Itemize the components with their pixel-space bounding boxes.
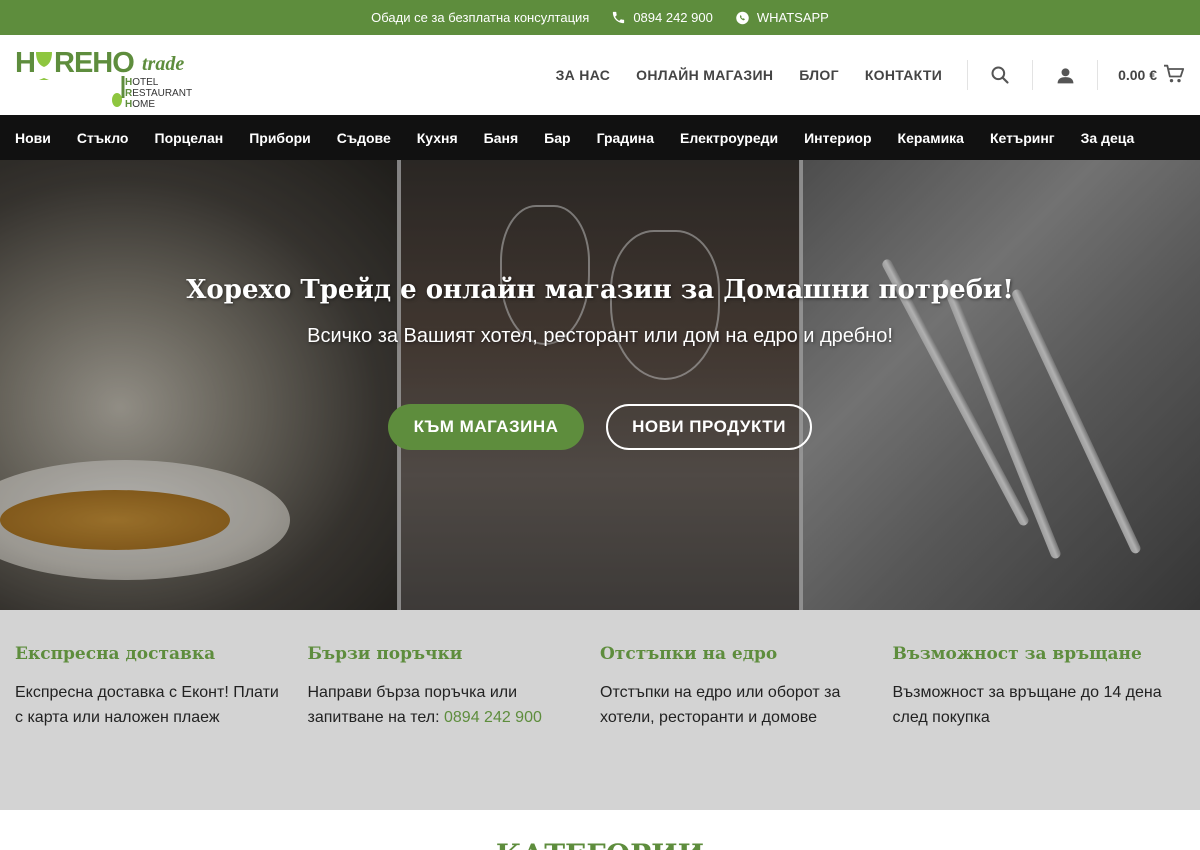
category-appliances[interactable]: Електроуреди — [680, 130, 778, 146]
phone-number: 0894 242 900 — [633, 10, 713, 25]
phone-link[interactable]: 0894 242 900 — [611, 10, 713, 25]
feature-title: Възможност за връщане — [892, 644, 1142, 664]
nav-divider — [1032, 60, 1034, 90]
features-section: Експресна доставка Експресна доставка с … — [0, 610, 1200, 810]
whatsapp-label: WHATSAPP — [756, 10, 829, 25]
svg-text:REHO: REHO — [54, 47, 134, 79]
category-glass[interactable]: Стъкло — [77, 130, 129, 146]
feature-title: Експресна доставка — [15, 644, 216, 664]
feature-returns: Възможност за връщане Възможност за връщ… — [893, 644, 1186, 810]
category-catering[interactable]: Кетъринг — [990, 130, 1055, 146]
whatsapp-icon — [735, 10, 750, 25]
hero-subtitle: Всичко за Вашият хотел, ресторант или до… — [307, 325, 893, 347]
svg-text:H: H — [15, 47, 35, 79]
feature-title: Бързи поръчки — [307, 644, 463, 664]
hero-banner: Хорехо Трейд е онлайн магазин за Домашни… — [0, 160, 1200, 610]
whatsapp-link[interactable]: WHATSAPP — [735, 10, 829, 25]
category-garden[interactable]: Градина — [597, 130, 654, 146]
nav-divider — [1097, 60, 1099, 90]
feature-delivery: Експресна доставка Експресна доставка с … — [15, 644, 308, 810]
feature-text-wrap: Направи бърза поръчка или запитване на т… — [308, 680, 581, 730]
feature-phone-link[interactable]: 0894 242 900 — [444, 709, 542, 726]
category-kids[interactable]: За деца — [1081, 130, 1135, 146]
phone-icon — [611, 10, 626, 25]
cart-total: 0.00 € — [1118, 67, 1157, 83]
category-cutlery[interactable]: Прибори — [249, 130, 311, 146]
svg-text:trade: trade — [142, 53, 184, 75]
top-bar: Обади се за безплатна консултация 0894 2… — [0, 0, 1200, 35]
new-products-button[interactable]: НОВИ ПРОДУКТИ — [606, 404, 812, 450]
svg-text:RESTAURANT: RESTAURANT — [125, 88, 192, 99]
hero-title: Хорехо Трейд е онлайн магазин за Домашни… — [186, 275, 1014, 305]
category-nav: Нови Стъкло Порцелан Прибори Съдове Кухн… — [0, 115, 1200, 160]
main-nav: ЗА НАС ОНЛАЙН МАГАЗИН БЛОГ КОНТАКТИ 0.00… — [543, 35, 1200, 115]
nav-divider — [967, 60, 969, 90]
category-interior[interactable]: Интериор — [804, 130, 871, 146]
site-logo[interactable]: H REHO trade HOTEL RESTAURANT HOME — [15, 40, 195, 110]
category-porcelain[interactable]: Порцелан — [155, 130, 224, 146]
to-shop-button[interactable]: КЪМ МАГАЗИНА — [388, 404, 584, 450]
nav-about[interactable]: ЗА НАС — [556, 67, 611, 83]
feature-wholesale: Отстъпки на едро Отстъпки на едро или об… — [600, 644, 893, 810]
category-new[interactable]: Нови — [15, 130, 51, 146]
category-ceramics[interactable]: Керамика — [898, 130, 964, 146]
feature-quick-orders: Бързи поръчки Направи бърза поръчка или … — [308, 644, 601, 810]
cart-icon — [1163, 64, 1185, 87]
feature-text: Експресна доставка с Еконт! Плати с карт… — [15, 684, 279, 726]
site-header: H REHO trade HOTEL RESTAURANT HOME ЗА НА… — [0, 35, 1200, 115]
svg-text:HOTEL: HOTEL — [125, 77, 159, 88]
category-kitchen[interactable]: Кухня — [417, 130, 458, 146]
feature-title: Отстъпки на едро — [600, 644, 778, 664]
nav-contacts[interactable]: КОНТАКТИ — [865, 67, 942, 83]
category-bar[interactable]: Бар — [544, 130, 570, 146]
feature-text: Отстъпки на едро или оборот за хотели, р… — [600, 684, 841, 726]
categories-heading: КАТЕГОРИИ — [0, 838, 1200, 850]
nav-blog[interactable]: БЛОГ — [799, 67, 839, 83]
nav-shop[interactable]: ОНЛАЙН МАГАЗИН — [636, 67, 773, 83]
category-cookware[interactable]: Съдове — [337, 130, 391, 146]
cart-link[interactable]: 0.00 € — [1118, 64, 1185, 87]
category-bathroom[interactable]: Баня — [484, 130, 518, 146]
hero-overlay — [0, 160, 1200, 610]
consultation-text: Обади се за безплатна консултация — [371, 10, 590, 25]
user-icon[interactable] — [1045, 55, 1085, 95]
feature-text: Възможност за връщане до 14 дена след по… — [892, 684, 1162, 726]
search-icon[interactable] — [980, 55, 1020, 95]
svg-text:HOME: HOME — [125, 99, 155, 110]
